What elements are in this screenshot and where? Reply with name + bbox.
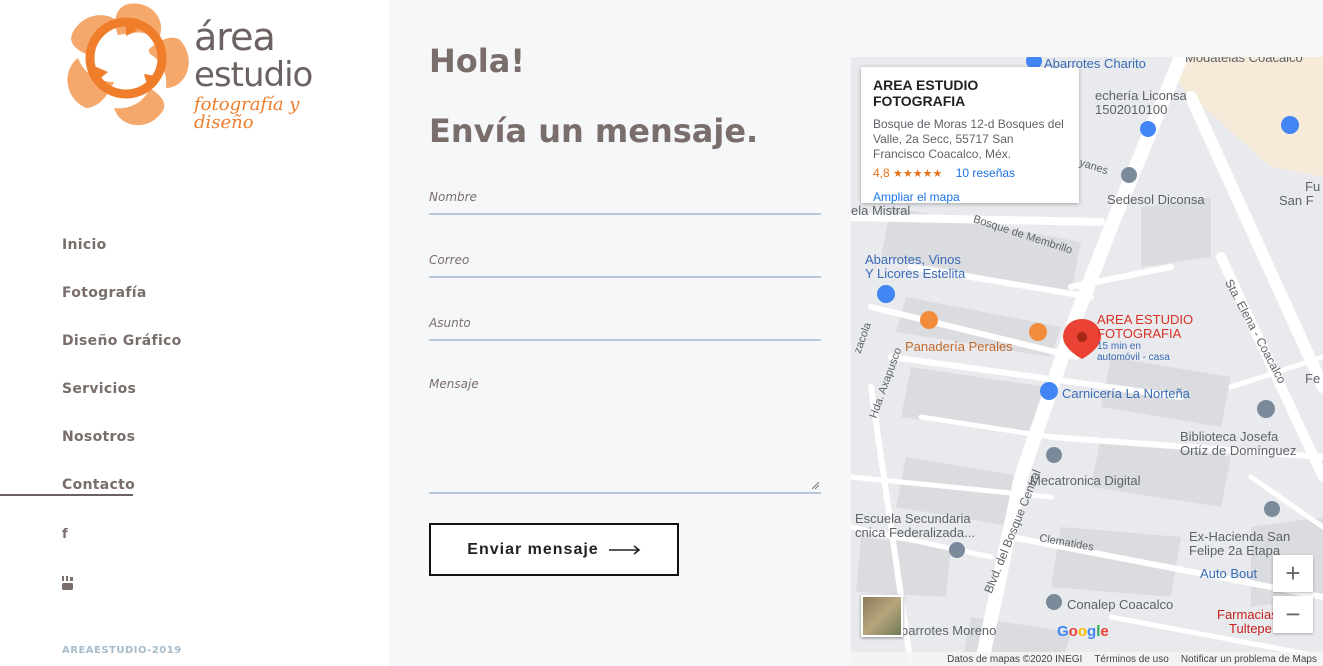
email-field[interactable]: Correo (429, 249, 821, 278)
copyright: AREAESTUDIO-2019 (62, 645, 182, 656)
active-nav-underline (0, 494, 133, 496)
email-placeholder: Correo (429, 253, 470, 267)
youtube-icon[interactable] (62, 576, 73, 594)
map-label-fe: Fe (1305, 371, 1321, 386)
name-field[interactable]: Nombre (429, 186, 821, 215)
map-label-farmacias-2: Tultepe (1229, 621, 1272, 636)
subject-placeholder: Asunto (429, 316, 471, 330)
resize-grip-icon[interactable] (811, 481, 820, 490)
form-heading: Envía un mensaje. (429, 112, 759, 150)
map-label-carniceria[interactable]: Carnicería La Norteña (1062, 386, 1190, 401)
place-address: Bosque de Moras 12-d Bosques del Valle, … (873, 117, 1064, 161)
nav-item-diseno-grafico[interactable]: Diseño Gráfico (62, 330, 182, 378)
arrow-right-icon (608, 544, 640, 555)
google-logo: Google (1057, 623, 1109, 640)
map-label-pin-sub-1: 15 min en (1097, 341, 1141, 352)
brand-word-estudio: estudio (194, 55, 313, 95)
send-message-label: Enviar mensaje (467, 540, 599, 558)
map-label-lecheria-2: 1502010100 (1095, 102, 1168, 117)
map-label-abarrotes-moreno[interactable]: barrotes Moreno (901, 623, 996, 638)
map-label-panaderia[interactable]: Panadería Perales (905, 339, 1013, 354)
map-label-mistral: ela Mistral (851, 203, 911, 218)
brand-word-area: área (194, 15, 276, 59)
map-label-abarrotes-vinos-2: Y Licores Estelita (865, 266, 966, 281)
nav-item-contacto[interactable]: Contacto (62, 474, 182, 522)
rating-value: 4,8 (873, 166, 890, 180)
zoom-in-button[interactable]: + (1273, 555, 1313, 592)
map-label-hacienda-2: Felipe 2a Etapa (1189, 543, 1281, 558)
youtube-glyph-icon (62, 576, 73, 590)
place-title: AREA ESTUDIO FOTOGRAFIA (873, 77, 979, 109)
map-label-modatelas[interactable]: Modatelas Coacalco (1185, 57, 1303, 65)
map-attribution-bar: Datos de mapas ©2020 INEGI Términos de u… (851, 652, 1323, 666)
contact-section: Hola! Envía un mensaje. Nombre Correo As… (389, 0, 1323, 666)
map-data-credit: Datos de mapas ©2020 INEGI (947, 653, 1083, 665)
embedded-map[interactable]: AREA ESTUDIO FOTOGRAFIA Bosque de Moras … (851, 57, 1323, 666)
map-label-san-f: San F (1279, 193, 1314, 208)
main-nav: Inicio Fotografía Diseño Gráfico Servici… (62, 234, 182, 522)
reviews-link[interactable]: 10 reseñas (956, 166, 1015, 180)
map-label-mecatronica[interactable]: Mecatronica Digital (1030, 473, 1141, 488)
map-label-abarrotes-charito[interactable]: Abarrotes Charito (1044, 57, 1146, 71)
map-terms-link[interactable]: Términos de uso (1094, 654, 1168, 665)
place-rating: 4,8 ★★★★★ 10 reseñas (873, 166, 1067, 180)
brand-tagline: fotografía y diseño (194, 94, 300, 133)
map-label-sedesol[interactable]: Sedesol Diconsa (1107, 192, 1205, 207)
message-placeholder: Mensaje (429, 377, 479, 391)
rating-stars-icon: ★★★★★ (893, 168, 943, 180)
map-report-link[interactable]: Notificar un problema de Maps (1181, 654, 1317, 665)
nav-item-nosotros[interactable]: Nosotros (62, 426, 182, 474)
place-info-card: AREA ESTUDIO FOTOGRAFIA Bosque de Moras … (861, 67, 1079, 204)
name-placeholder: Nombre (429, 190, 477, 204)
nav-item-servicios[interactable]: Servicios (62, 378, 182, 426)
map-label-auto-bout[interactable]: Auto Bout (1200, 566, 1257, 581)
enlarge-map-link[interactable]: Ampliar el mapa (873, 190, 1067, 204)
subject-field[interactable]: Asunto (429, 312, 821, 341)
message-textarea[interactable]: Mensaje (429, 373, 821, 494)
map-label-biblioteca-2: Ortíz de Domínguez (1180, 443, 1297, 458)
map-label-escuela-2: cnica Federalizada... (855, 525, 975, 540)
sidebar: área estudio fotografía y diseño Inicio … (0, 0, 389, 666)
nav-item-fotografia[interactable]: Fotografía (62, 282, 182, 330)
send-message-button[interactable]: Enviar mensaje (429, 523, 679, 576)
facebook-icon[interactable]: f (62, 527, 68, 542)
nav-item-inicio[interactable]: Inicio (62, 234, 182, 282)
zoom-out-button[interactable]: − (1273, 596, 1313, 633)
greeting-heading: Hola! (429, 42, 525, 80)
brand-logo[interactable]: área estudio fotografía y diseño (58, 0, 358, 132)
logo-mark-icon (67, 3, 189, 126)
map-label-conalep[interactable]: Conalep Coacalco (1067, 597, 1173, 612)
map-label-pin-name-2: FOTOGRAFIA (1097, 326, 1182, 341)
satellite-toggle[interactable] (861, 595, 903, 637)
map-label-pin-sub-2: automóvil - casa (1097, 352, 1170, 363)
